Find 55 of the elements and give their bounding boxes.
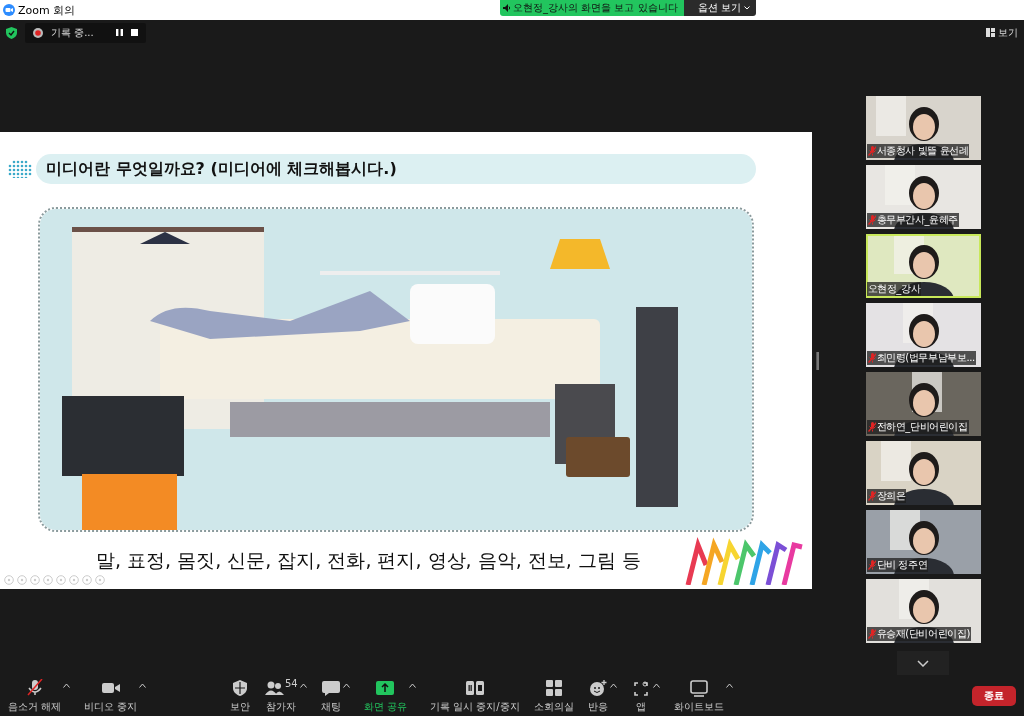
- caret-icon[interactable]: [342, 682, 350, 688]
- chevron-down-icon: [917, 659, 929, 667]
- view-button[interactable]: 보기: [986, 25, 1018, 40]
- toolbar-button[interactable]: 54 참가자: [264, 678, 298, 714]
- layout-icon: [986, 28, 995, 37]
- toolbar-button[interactable]: 화이트보드: [673, 678, 724, 714]
- participant-name: 단비 정주연: [876, 558, 928, 572]
- participant-name: 장희은: [876, 489, 906, 503]
- toolbar-button[interactable]: 기록 일시 중지/중지: [429, 678, 520, 714]
- speaker-icon: [503, 4, 511, 12]
- participant-name: 전하연_단비어린이집: [876, 420, 968, 434]
- caret-icon[interactable]: [139, 682, 147, 688]
- toolbar-button[interactable]: 소회의실: [533, 678, 574, 714]
- shield-icon: [230, 678, 250, 697]
- record-icon: [33, 27, 43, 38]
- toolbar-button[interactable]: 앱: [630, 678, 651, 714]
- toolbar-button[interactable]: 보안: [230, 678, 250, 714]
- toolbar-button[interactable]: 비디오 중지: [84, 678, 138, 714]
- caret-icon[interactable]: [408, 682, 416, 688]
- participant-name: 총무부간사_윤혜주: [876, 213, 958, 227]
- caret-icon[interactable]: [609, 682, 617, 688]
- toolbar-button[interactable]: 음소거 해제: [8, 678, 62, 714]
- zoom-logo-icon: [3, 4, 15, 16]
- resize-handle[interactable]: [815, 351, 819, 370]
- chat-bubble-icon: [320, 678, 341, 697]
- toolbar-button[interactable]: 반응: [587, 678, 608, 714]
- caret-icon[interactable]: [725, 682, 733, 688]
- pause-icon[interactable]: [115, 29, 123, 36]
- share-banner-text: 오현정_강사의 화면을 보고 있습니다: [513, 1, 678, 15]
- caret-icon[interactable]: [63, 682, 71, 688]
- participant-name: 최민령(법무부남부보...: [876, 351, 975, 365]
- participant-name: 서종청사 빛뜰 윤선례: [876, 144, 969, 158]
- participant-count: 54: [285, 678, 298, 689]
- caret-icon[interactable]: [299, 682, 307, 688]
- more-participants-button[interactable]: [897, 651, 949, 675]
- smiley-icon: [587, 678, 608, 697]
- stop-icon[interactable]: [130, 29, 138, 36]
- shield-icon[interactable]: [6, 26, 17, 39]
- window-title: Zoom 회의: [18, 2, 76, 18]
- dots-icon: [8, 160, 32, 178]
- participant-name: 유승재(단비어린이집): [876, 627, 970, 641]
- slide-caption: 말, 표정, 몸짓, 신문, 잡지, 전화, 편지, 영상, 음악, 전보, 그림 등: [96, 548, 642, 573]
- end-button[interactable]: 종료: [972, 686, 1016, 706]
- toolbar-button[interactable]: 화면 공유: [363, 678, 407, 714]
- grid-icon: [543, 678, 564, 697]
- slide-title: 미디어란 무엇일까요? (미디어에 체크해봅시다.): [36, 154, 756, 184]
- share-screen-icon: [375, 678, 396, 697]
- pause-stop-icon: [464, 678, 485, 697]
- options-button[interactable]: 옵션 보기: [683, 0, 756, 16]
- toolbar-button[interactable]: 채팅: [320, 678, 341, 714]
- chevron-down-icon: [743, 6, 750, 10]
- caret-icon[interactable]: [652, 682, 660, 688]
- participant-name: 오현정_강사: [867, 282, 921, 296]
- whiteboard-icon: [688, 678, 709, 697]
- recording-label: 기록 중...: [51, 25, 94, 40]
